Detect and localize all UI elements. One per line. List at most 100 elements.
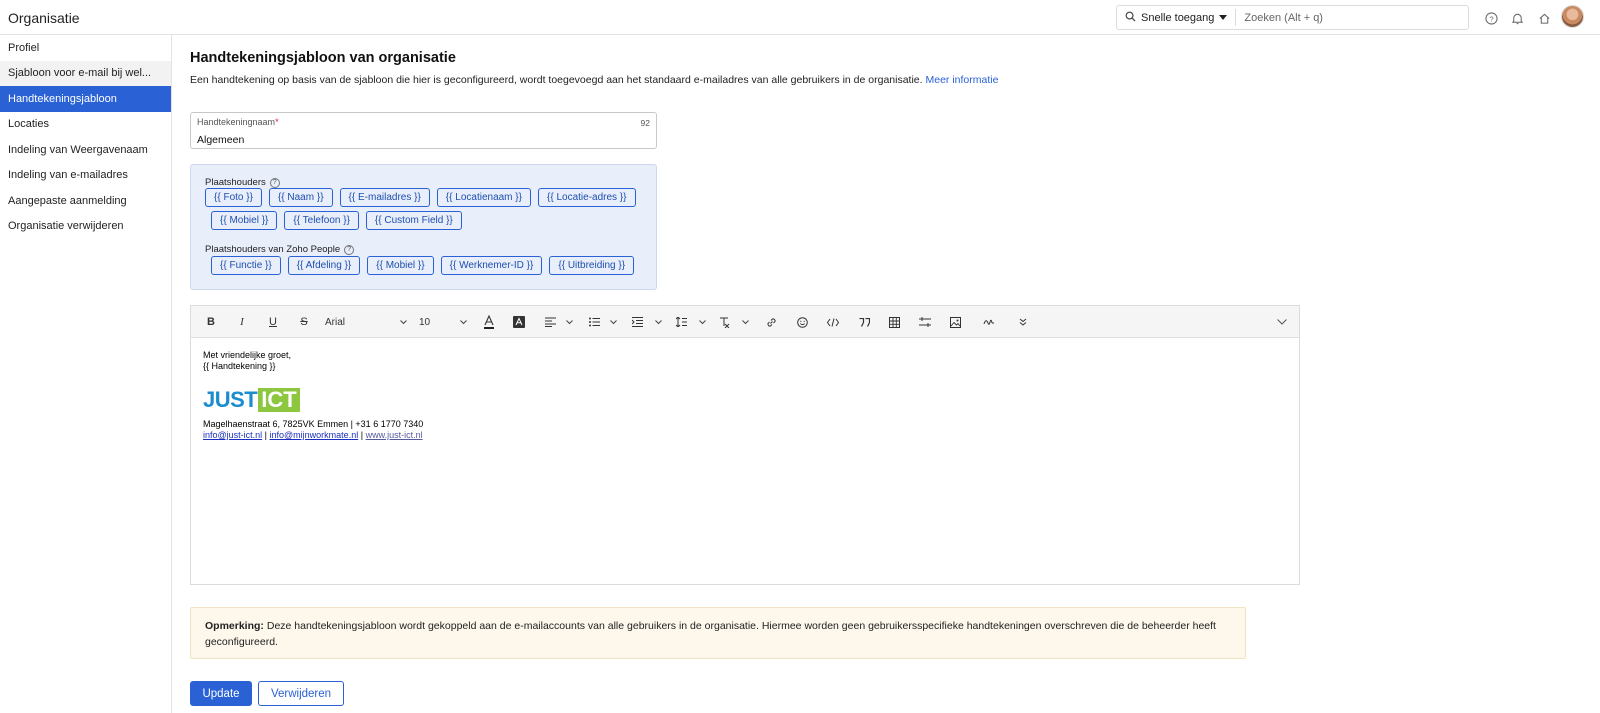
chevron-down-icon bbox=[610, 319, 617, 324]
sidebar-item-delete-organisation[interactable]: Organisatie verwijderen bbox=[0, 214, 171, 240]
sidebar-item-display-name-format[interactable]: Indeling van Weergavenaam bbox=[0, 137, 171, 163]
placeholders-row-2: {{ Mobiel }} {{ Telefoon }} {{ Custom Fi… bbox=[211, 211, 462, 230]
sidebar: Profiel Sjabloon voor e-mail bij wel... … bbox=[0, 35, 172, 713]
bold-icon[interactable]: B bbox=[205, 314, 217, 330]
placeholder-chip[interactable]: {{ Locatienaam }} bbox=[436, 188, 531, 207]
avatar[interactable] bbox=[1561, 5, 1584, 28]
placeholder-chip[interactable]: {{ Uitbreiding }} bbox=[549, 256, 635, 275]
website-link[interactable]: www.just-ict.nl bbox=[366, 430, 423, 440]
signature-editor[interactable]: B I U S Arial 10 Met vriendelijke groet,… bbox=[190, 305, 1300, 585]
help-icon[interactable]: ? bbox=[344, 244, 355, 255]
list-dropdown[interactable] bbox=[589, 314, 617, 330]
chevron-down-icon bbox=[655, 319, 662, 324]
email-link[interactable]: info@mijnworkmate.nl bbox=[270, 430, 359, 440]
emoji-icon[interactable] bbox=[796, 314, 808, 330]
signature-name-label: Handtekeningnaam* bbox=[197, 117, 279, 127]
placeholder-chip[interactable]: {{ Locatie-adres }} bbox=[537, 188, 636, 207]
insert-signature-icon[interactable] bbox=[983, 314, 995, 330]
line-height-icon bbox=[676, 317, 687, 327]
more-options-icon[interactable] bbox=[1017, 314, 1029, 330]
image-icon[interactable] bbox=[949, 314, 961, 330]
sidebar-item-locaties[interactable]: Locaties bbox=[0, 112, 171, 138]
home-icon[interactable] bbox=[1536, 10, 1552, 26]
text-direction-icon[interactable] bbox=[919, 314, 931, 330]
placeholder-chip[interactable]: {{ Afdeling }} bbox=[287, 256, 361, 275]
quote-icon[interactable] bbox=[858, 314, 870, 330]
people-placeholders-row: {{ Functie }} {{ Afdeling }} {{ Mobiel }… bbox=[211, 256, 635, 275]
email-link[interactable]: info@just-ict.nl bbox=[203, 430, 262, 440]
clear-format-icon bbox=[720, 317, 730, 328]
placeholder-chip[interactable]: {{ Mobiel }} bbox=[367, 256, 434, 275]
clear-format-dropdown[interactable] bbox=[719, 314, 749, 330]
sidebar-item-profiel[interactable]: Profiel bbox=[0, 35, 171, 61]
sidebar-item-welcome-email-template[interactable]: Sjabloon voor e-mail bij wel... bbox=[0, 60, 171, 86]
placeholder-chip[interactable]: {{ Mobiel }} bbox=[211, 211, 278, 230]
font-size-select[interactable]: 10 bbox=[419, 314, 467, 330]
quick-access-dropdown[interactable]: Snelle toegang bbox=[1117, 9, 1237, 26]
bullet-list-icon bbox=[589, 317, 600, 327]
editor-toolbar: B I U S Arial 10 bbox=[191, 306, 1299, 338]
delete-button[interactable]: Verwijderen bbox=[258, 681, 344, 706]
indent-icon bbox=[632, 317, 643, 327]
code-icon[interactable] bbox=[827, 314, 839, 330]
note-text: Deze handtekeningsjabloon wordt gekoppel… bbox=[205, 620, 1216, 648]
text-color-icon[interactable] bbox=[483, 314, 495, 330]
search-icon bbox=[1125, 11, 1136, 25]
chevron-down-icon bbox=[400, 319, 407, 324]
app-title: Organisatie bbox=[8, 10, 80, 26]
align-dropdown[interactable] bbox=[545, 314, 573, 330]
background-color-icon[interactable] bbox=[513, 314, 525, 330]
indent-dropdown[interactable] bbox=[632, 314, 662, 330]
placeholder-chip[interactable]: {{ Custom Field }} bbox=[365, 211, 462, 230]
strikethrough-icon[interactable]: S bbox=[298, 314, 310, 330]
help-icon[interactable]: ? bbox=[269, 177, 280, 188]
chevron-down-icon bbox=[566, 319, 573, 324]
font-family-select[interactable]: Arial bbox=[325, 314, 407, 330]
placeholder-chip[interactable]: {{ Functie }} bbox=[211, 256, 281, 275]
justict-logo: JUST ICT bbox=[203, 388, 311, 412]
table-icon[interactable] bbox=[888, 314, 900, 330]
placeholder-chip[interactable]: {{ Naam }} bbox=[268, 188, 333, 207]
chevron-down-icon bbox=[460, 319, 467, 324]
quick-access-label: Snelle toegang bbox=[1141, 11, 1215, 24]
underline-icon[interactable]: U bbox=[267, 314, 279, 330]
help-icon[interactable]: ? bbox=[1483, 10, 1499, 26]
note-box: Opmerking: Deze handtekeningsjabloon wor… bbox=[190, 607, 1246, 659]
placeholder-chip[interactable]: {{ Telefoon }} bbox=[284, 211, 359, 230]
sidebar-item-signature-template[interactable]: Handtekeningsjabloon bbox=[0, 86, 171, 112]
address-line: Magelhaenstraat 6, 7825VK Emmen | +31 6 … bbox=[203, 419, 424, 429]
placeholder-chip[interactable]: {{ E-mailadres }} bbox=[339, 188, 430, 207]
collapse-toolbar-icon[interactable] bbox=[1276, 314, 1288, 330]
contact-links: info@just-ict.nl | info@mijnworkmate.nl … bbox=[203, 430, 423, 440]
caret-down-icon bbox=[1219, 12, 1228, 24]
search-input[interactable]: Zoeken (Alt + q) bbox=[1236, 12, 1323, 24]
char-counter: 92 bbox=[640, 118, 650, 128]
update-button[interactable]: Update bbox=[190, 681, 252, 706]
placeholders-panel: Plaatshouders ? {{ Foto }} {{ Naam }} {{… bbox=[190, 164, 657, 290]
sidebar-item-email-format[interactable]: Indeling van e-mailadres bbox=[0, 163, 171, 189]
signature-name-input[interactable]: Algemeen bbox=[197, 134, 244, 146]
align-left-icon bbox=[545, 317, 556, 327]
chevron-down-icon bbox=[742, 319, 749, 324]
more-info-link[interactable]: Meer informatie bbox=[926, 74, 999, 86]
people-placeholders-title: Plaatshouders van Zoho People ? bbox=[205, 244, 355, 255]
signature-name-field[interactable]: Handtekeningnaam* 92 Algemeen bbox=[190, 112, 657, 149]
line-height-dropdown[interactable] bbox=[676, 314, 706, 330]
placeholders-title: Plaatshouders ? bbox=[205, 177, 280, 188]
editor-content[interactable]: Met vriendelijke groet, {{ Handtekening … bbox=[203, 350, 291, 372]
page-title: Handtekeningsjabloon van organisatie bbox=[190, 50, 456, 66]
page-description: Een handtekening op basis van de sjabloo… bbox=[190, 74, 999, 86]
link-icon[interactable] bbox=[765, 314, 777, 330]
note-label: Opmerking: bbox=[205, 620, 264, 632]
placeholder-chip[interactable]: {{ Werknemer-ID }} bbox=[440, 256, 543, 275]
bell-icon[interactable] bbox=[1509, 10, 1525, 26]
chevron-down-icon bbox=[699, 319, 706, 324]
placeholders-row-1: {{ Foto }} {{ Naam }} {{ E-mailadres }} … bbox=[205, 188, 636, 207]
sidebar-item-custom-login[interactable]: Aangepaste aanmelding bbox=[0, 188, 171, 214]
svg-text:?: ? bbox=[1489, 14, 1493, 23]
italic-icon[interactable]: I bbox=[236, 314, 248, 330]
search-bar[interactable]: Snelle toegang Zoeken (Alt + q) bbox=[1116, 5, 1469, 30]
top-bar: Organisatie Snelle toegang Zoeken (Alt +… bbox=[0, 0, 1600, 35]
signature-placeholder-text: {{ Handtekening }} bbox=[203, 361, 276, 371]
placeholder-chip[interactable]: {{ Foto }} bbox=[205, 188, 262, 207]
